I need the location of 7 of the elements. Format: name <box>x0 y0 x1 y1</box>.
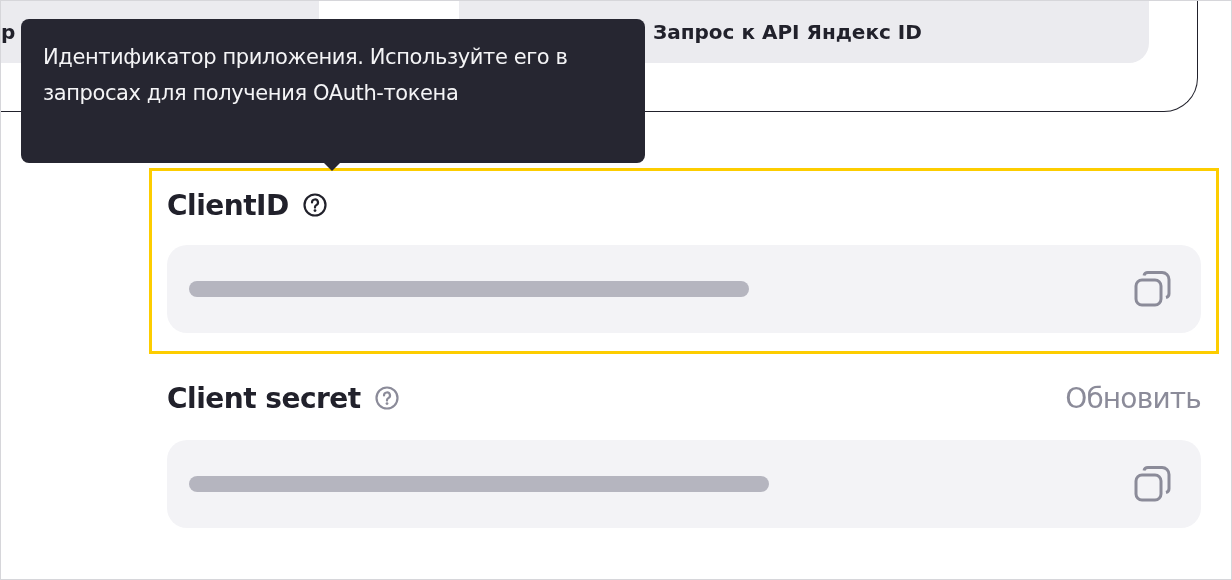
field-label: ClientID <box>167 188 289 222</box>
field-label: Client secret <box>167 381 361 415</box>
help-icon[interactable] <box>302 193 327 217</box>
input-field[interactable] <box>167 245 1201 333</box>
copy-icon[interactable] <box>1133 269 1173 309</box>
copy-icon[interactable] <box>1133 464 1173 504</box>
input-field[interactable] <box>167 440 1201 528</box>
